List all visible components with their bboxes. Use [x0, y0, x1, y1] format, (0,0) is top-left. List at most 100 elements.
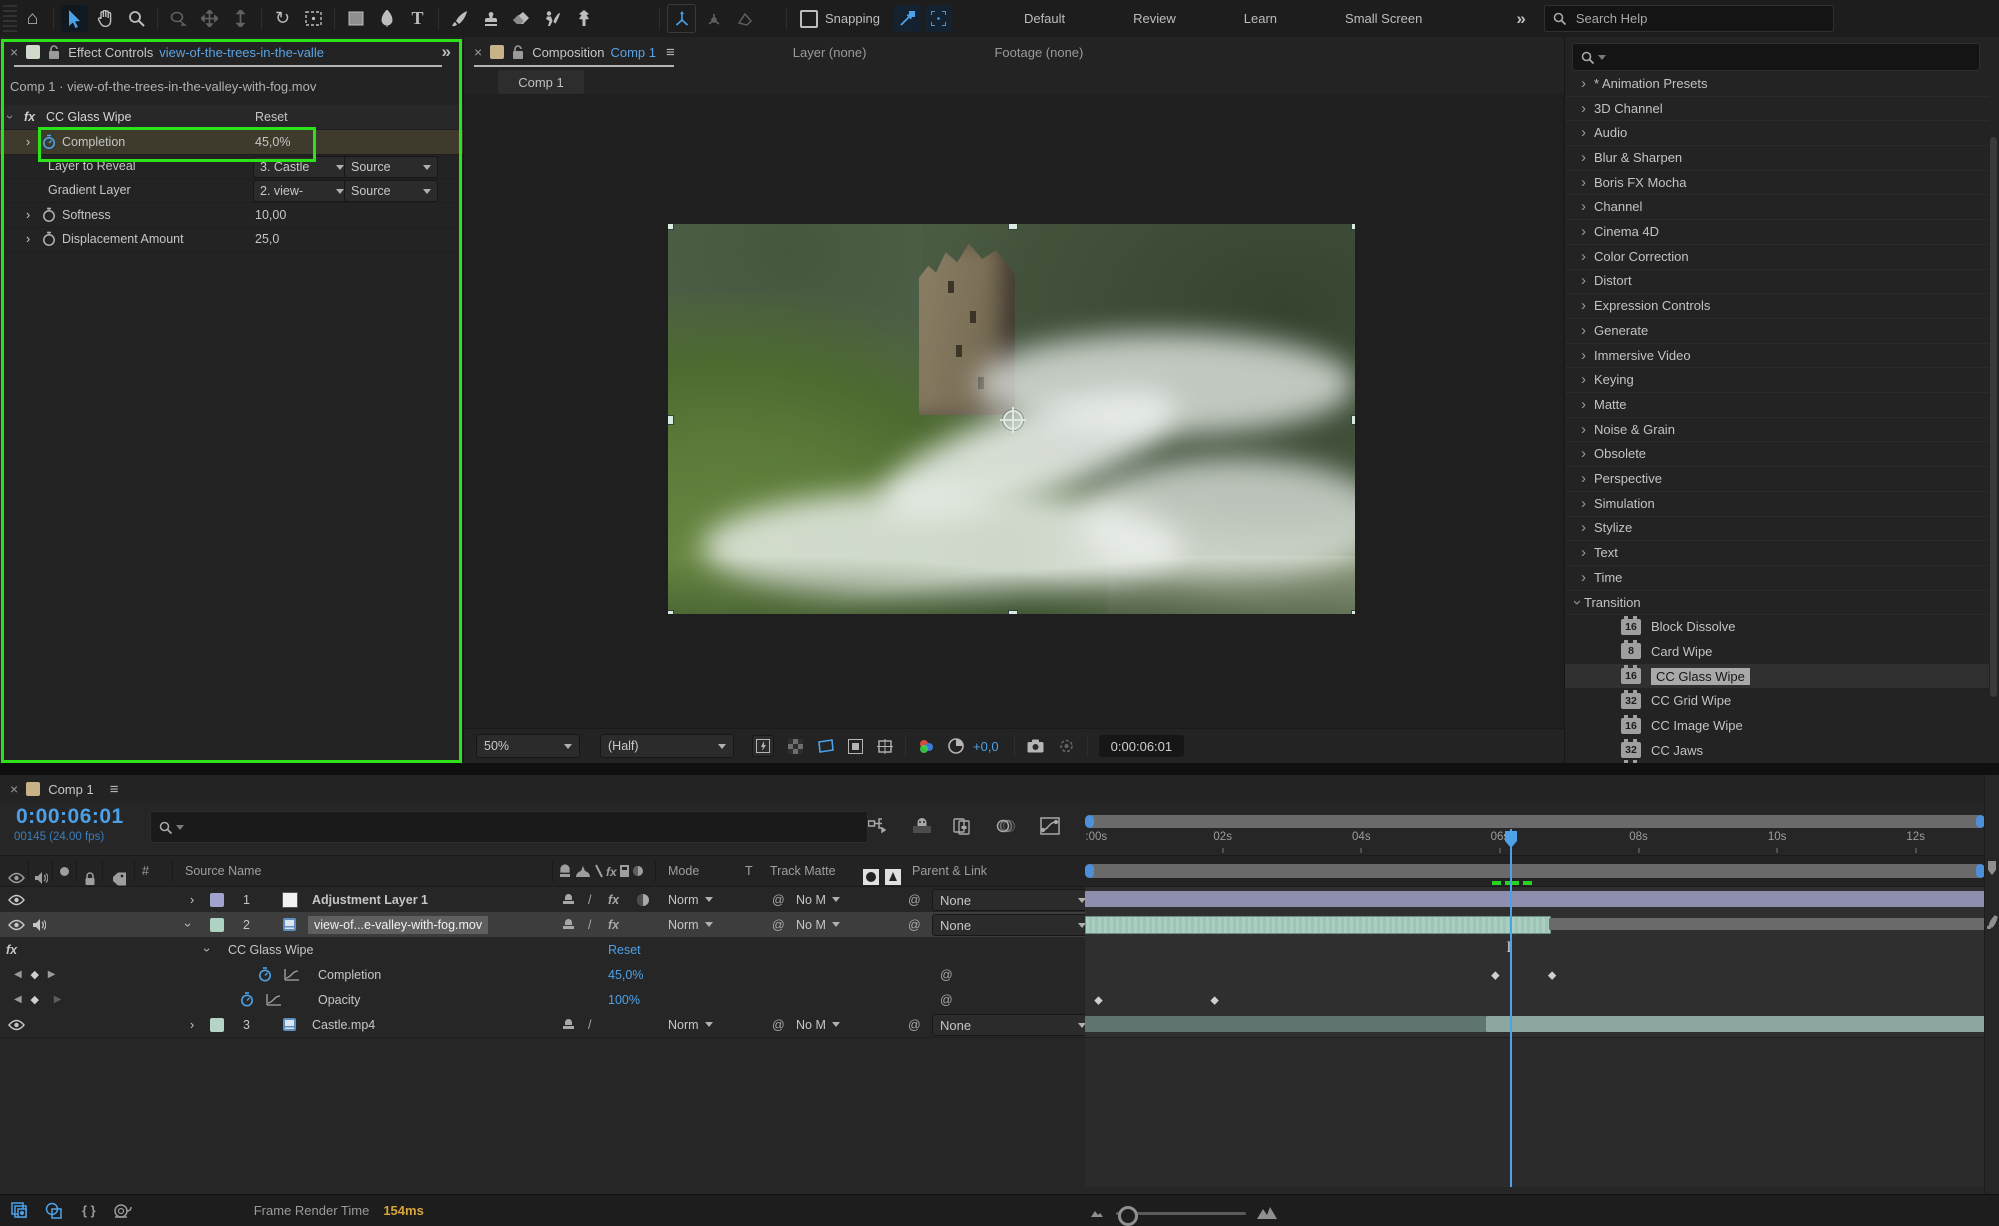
- solo-icon[interactable]: [60, 856, 69, 886]
- effect-item-cc-glass-wipe[interactable]: 16CC Glass Wipe: [1565, 664, 1989, 689]
- track-matte-dropdown[interactable]: No M: [796, 1012, 840, 1037]
- layer-to-reveal-dropdown[interactable]: 3. Castle: [253, 156, 351, 178]
- local-axis-mode-icon[interactable]: [667, 4, 696, 33]
- stopwatch-icon[interactable]: [42, 227, 56, 251]
- selection-handle[interactable]: [668, 224, 674, 230]
- parent-dropdown[interactable]: None: [932, 914, 1094, 936]
- effect-item-cc-image-wipe[interactable]: 16CC Image Wipe: [1565, 713, 1989, 738]
- composition-image[interactable]: [668, 224, 1355, 614]
- category-blur-sharpen[interactable]: ›Blur & Sharpen: [1565, 145, 1989, 171]
- view-axis-mode-icon[interactable]: [731, 5, 758, 32]
- graph-editor-icon[interactable]: [1040, 817, 1060, 835]
- layer-duration-bar[interactable]: [1085, 916, 1551, 934]
- layer-name[interactable]: Adjustment Layer 1: [312, 887, 428, 912]
- reset-button[interactable]: Reset: [608, 937, 641, 962]
- track-matte-pickwhip-icon[interactable]: @: [772, 912, 785, 937]
- motion-blur-icon[interactable]: [996, 817, 1016, 835]
- shape-content-icon[interactable]: [44, 1202, 64, 1220]
- effect-item-card-wipe[interactable]: 8Card Wipe: [1565, 639, 1989, 664]
- chevron-right-icon[interactable]: ›: [190, 1012, 194, 1037]
- softness-row[interactable]: › Softness 10,00: [0, 203, 463, 228]
- effect-group-row[interactable]: fx › CC Glass Wipe Reset I: [0, 937, 1985, 963]
- parent-dropdown[interactable]: None: [932, 1014, 1094, 1036]
- keyframe-track[interactable]: ◆ ◆: [1085, 987, 1985, 1012]
- layer-row-castle[interactable]: › 3 Castle.mp4 / Norm @ No M @ None: [0, 1012, 1985, 1038]
- graph-icon[interactable]: [284, 968, 300, 981]
- eye-icon[interactable]: [8, 919, 25, 931]
- category-audio[interactable]: ›Audio: [1565, 120, 1989, 146]
- workspace-default[interactable]: Default: [1024, 11, 1065, 26]
- composition-viewer[interactable]: [464, 94, 1564, 729]
- parent-pickwhip-icon[interactable]: @: [908, 1012, 921, 1037]
- chevron-down-icon[interactable]: ›: [205, 937, 209, 962]
- category-channel[interactable]: ›Channel: [1565, 195, 1989, 221]
- eye-icon[interactable]: [8, 894, 25, 906]
- panel-menu-icon[interactable]: ≡: [110, 781, 119, 798]
- selection-handle[interactable]: [1351, 224, 1355, 230]
- chevron-right-icon[interactable]: ›: [26, 130, 30, 154]
- timeline-search-box[interactable]: [150, 811, 868, 843]
- selection-handle[interactable]: [1008, 224, 1018, 230]
- category-keying[interactable]: ›Keying: [1565, 367, 1989, 393]
- marker-bin-icon[interactable]: [1987, 861, 1997, 875]
- magnification-dropdown[interactable]: 50%: [476, 734, 580, 758]
- col-source-name[interactable]: Source Name: [185, 856, 261, 886]
- quality-icon[interactable]: /: [588, 887, 591, 912]
- category-transition[interactable]: ›Transition: [1565, 590, 1989, 616]
- resolution-dropdown[interactable]: (Half): [600, 734, 734, 758]
- help-search-box[interactable]: [1544, 5, 1834, 32]
- fx-switch-icon[interactable]: fx: [608, 912, 619, 937]
- exposure-value[interactable]: +0,0: [973, 739, 999, 754]
- stopwatch-icon[interactable]: [240, 992, 254, 1007]
- frame-blend-icon[interactable]: [952, 817, 972, 835]
- fx-switch-icon[interactable]: fx: [608, 887, 619, 912]
- exposure-icon[interactable]: [948, 738, 964, 754]
- show-snapshot-icon[interactable]: [1058, 739, 1075, 753]
- property-label[interactable]: Opacity: [318, 987, 360, 1012]
- track-matte-pickwhip-icon[interactable]: @: [772, 1012, 785, 1037]
- layer-name[interactable]: Castle.mp4: [312, 1012, 375, 1037]
- keyframe-icon[interactable]: ◆: [1094, 993, 1102, 1006]
- region-of-interest-icon[interactable]: [817, 739, 834, 753]
- render-snail-icon[interactable]: [112, 1203, 134, 1219]
- category-generate[interactable]: ›Generate: [1565, 318, 1989, 344]
- zoom-tool-icon[interactable]: [123, 5, 150, 32]
- snapshot-icon[interactable]: [1027, 739, 1044, 753]
- col-number[interactable]: #: [142, 856, 149, 886]
- work-area-bar[interactable]: [1085, 862, 1985, 880]
- panel-doc-title[interactable]: view-of-the-trees-in-the-valle: [159, 45, 324, 60]
- category-expression-controls[interactable]: ›Expression Controls: [1565, 293, 1989, 319]
- zoom-out-mountain-icon[interactable]: [1090, 1208, 1106, 1218]
- panel-doc-title[interactable]: Comp 1: [610, 45, 656, 60]
- category-time[interactable]: ›Time: [1565, 565, 1989, 591]
- parent-dropdown[interactable]: None: [932, 889, 1094, 911]
- layer-extension-bar[interactable]: [1549, 918, 1986, 930]
- graph-icon[interactable]: [266, 993, 282, 1006]
- selection-handle[interactable]: [668, 415, 674, 425]
- layer-name[interactable]: view-of...e-valley-with-fog.mov: [308, 912, 488, 937]
- type-tool-icon[interactable]: T: [404, 5, 431, 32]
- rotation-tool-icon[interactable]: ↻: [269, 5, 296, 32]
- snapping-toggle[interactable]: Snapping: [800, 10, 880, 28]
- quality-icon[interactable]: /: [588, 912, 591, 937]
- panel-title[interactable]: Composition: [532, 45, 604, 60]
- current-timecode[interactable]: 0:00:06:01: [16, 805, 124, 829]
- expressions-icon[interactable]: { }: [82, 1203, 96, 1218]
- keyframe-icon[interactable]: ◆: [1548, 968, 1556, 981]
- blend-mode-dropdown[interactable]: Norm: [668, 1012, 713, 1037]
- category-text[interactable]: ›Text: [1565, 540, 1989, 566]
- layer-bar-track[interactable]: [1085, 887, 1985, 912]
- zoom-slider-knob[interactable]: [1118, 1206, 1138, 1226]
- comp-subtab[interactable]: Comp 1: [498, 70, 584, 94]
- shy-toggle-icon[interactable]: [912, 817, 932, 834]
- adjustment-switch-icon[interactable]: [636, 887, 650, 912]
- timeline-tab-label[interactable]: Comp 1: [48, 782, 94, 797]
- snap-to-bounds-icon[interactable]: [925, 5, 952, 32]
- world-axis-mode-icon[interactable]: [700, 5, 727, 32]
- time-ruler[interactable]: 0:00s 02s 04s 06s 08s 10s 12s: [1085, 831, 1985, 855]
- tab-layer[interactable]: Layer (none): [793, 45, 867, 60]
- rotate-behind-tool-icon[interactable]: [165, 5, 192, 32]
- updown-tool-icon[interactable]: [227, 5, 254, 32]
- pen-tool-icon[interactable]: [373, 5, 400, 32]
- layer-duration-bar[interactable]: [1085, 891, 1985, 907]
